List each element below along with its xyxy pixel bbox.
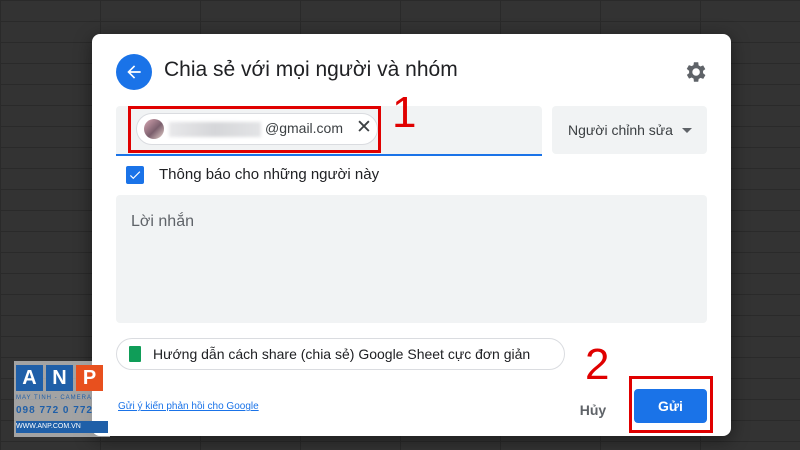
annotation-box-recipient <box>128 106 381 153</box>
annotation-box-send <box>629 376 713 433</box>
watermark-phone: 098 772 0 772 <box>16 405 93 416</box>
watermark-url: WWW.ANP.COM.VN <box>16 421 108 433</box>
watermark-letter-p: P <box>76 365 103 391</box>
role-label: Người chỉnh sửa <box>568 122 673 138</box>
settings-gear-icon[interactable] <box>682 59 708 85</box>
watermark-letter-n: N <box>46 365 73 391</box>
anp-watermark-logo: A N P MAY TINH - CAMERA 098 772 0 772 WW… <box>14 361 110 437</box>
dropdown-caret-icon <box>682 128 692 133</box>
watermark-subtitle: MAY TINH - CAMERA <box>16 395 93 401</box>
help-link-chip[interactable]: Hướng dẫn cách share (chia sẻ) Google Sh… <box>116 338 565 370</box>
annotation-number-2: 2 <box>585 340 610 389</box>
watermark-letter-a: A <box>16 365 43 391</box>
notify-label: Thông báo cho những người này <box>159 166 380 183</box>
dialog-title: Chia sẻ với mọi người và nhóm <box>164 58 458 81</box>
google-sheets-icon <box>129 346 141 362</box>
role-select[interactable]: Người chỉnh sửa <box>552 106 707 154</box>
feedback-link[interactable]: Gửi ý kiến phản hồi cho Google <box>118 401 259 412</box>
message-textarea[interactable]: Lời nhắn <box>116 195 707 323</box>
arrow-back-icon <box>127 65 141 79</box>
help-link-text: Hướng dẫn cách share (chia sẻ) Google Sh… <box>153 346 531 362</box>
notify-checkbox[interactable] <box>126 166 144 184</box>
back-button[interactable] <box>116 54 152 90</box>
message-placeholder: Lời nhắn <box>131 213 194 230</box>
checkmark-icon <box>129 171 141 180</box>
cancel-button[interactable]: Hủy <box>566 394 620 426</box>
annotation-number-1: 1 <box>392 88 417 137</box>
